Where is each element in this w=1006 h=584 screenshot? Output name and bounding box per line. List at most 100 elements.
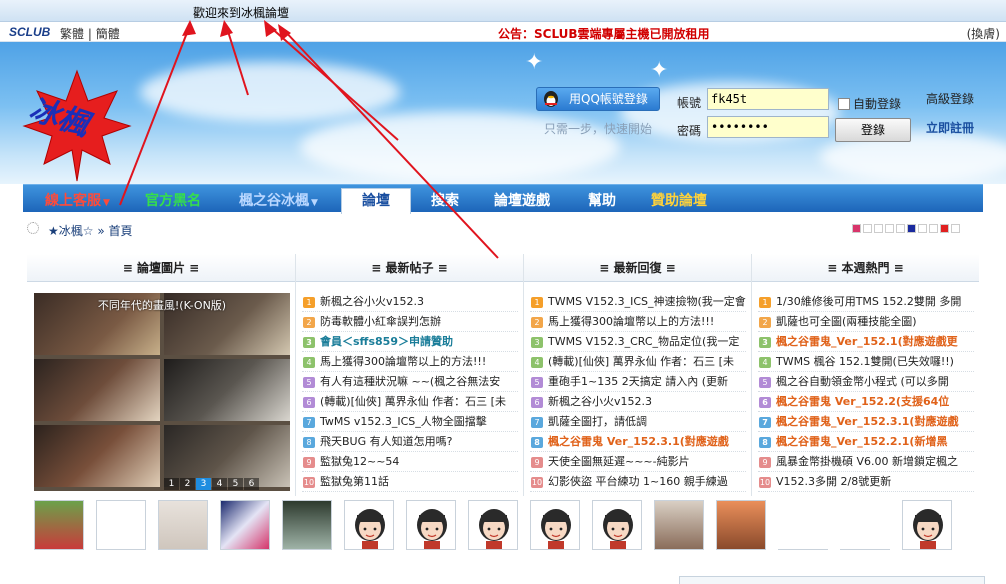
slideshow-page-button[interactable]: 4	[212, 478, 227, 490]
list-item[interactable]: 10 監獄兔第11話	[302, 472, 518, 492]
nav-item-forum[interactable]: 論壇	[341, 188, 411, 214]
image-slideshow[interactable]: 不同年代的畫風!(K-ON版) 123456	[34, 293, 290, 491]
list-item[interactable]: 2 馬上獲得300論壇幣以上的方法!!!	[530, 312, 746, 332]
nav-item-help[interactable]: 幫助	[588, 190, 616, 210]
latest-posts-list: 1 新楓之谷小火v152.3 2 防毒軟體小紅傘誤判怎辦 3 會員＜sffs859＞申請贊…	[302, 292, 518, 492]
list-item-title: 凱薩也可全圖(兩種技能全圖)	[776, 315, 917, 328]
color-swatch[interactable]	[874, 224, 883, 233]
list-item[interactable]: 6 (轉載)[仙俠] 萬界永仙 作者：石三 [未	[302, 392, 518, 412]
rank-number-badge: 9	[531, 457, 543, 468]
rank-number-badge: 4	[303, 357, 315, 368]
nav-item-games[interactable]: 論壇遊戲	[494, 190, 550, 210]
color-swatch[interactable]	[929, 224, 938, 233]
advanced-login-link[interactable]: 高級登錄	[926, 90, 974, 107]
color-swatch[interactable]	[918, 224, 927, 233]
list-item-title: 天使全圖無延遲~~~-純影片	[548, 455, 690, 468]
slideshow-caption[interactable]: 不同年代的畫風!(K-ON版)	[34, 297, 290, 313]
color-swatch[interactable]	[852, 224, 861, 233]
list-item-title: (轉載)[仙俠] 萬界永仙 作者：石三 [未	[320, 395, 506, 408]
lang-simplified-link[interactable]: 簡體	[96, 27, 120, 41]
nav-item-maple[interactable]: 楓之谷冰楓 ▼	[239, 190, 318, 210]
list-item[interactable]: 4 馬上獲得300論壇幣以上的方法!!!	[302, 352, 518, 372]
announcement-link[interactable]: 公告：SCLUB雲端專屬主機已開放租用	[498, 25, 710, 42]
list-item[interactable]: 6 新楓之谷小火v152.3	[530, 392, 746, 412]
member-avatar[interactable]	[34, 500, 84, 550]
qq-login-button[interactable]: 用QQ帳號登錄	[536, 87, 660, 111]
list-item-title: 防毒軟體小紅傘誤判怎辦	[320, 315, 441, 328]
list-item[interactable]: 5 楓之谷自動領金幣小程式 (可以多開	[758, 372, 974, 392]
slideshow-pager: 123456	[164, 475, 260, 490]
list-item[interactable]: 9 風暴金幣掛機碩 V6.00 新增鎖定楓之	[758, 452, 974, 472]
list-item[interactable]: 4 TWMS 楓谷 152.1雙開(已失效囉!!)	[758, 352, 974, 372]
auto-login-checkbox[interactable]: 自動登錄	[838, 95, 901, 112]
list-item[interactable]: 2 凱薩也可全圖(兩種技能全圖)	[758, 312, 974, 332]
latest-panel-title: ≡ 最新帖子 ≡	[296, 254, 523, 282]
list-item[interactable]: 8 楓之谷雷鬼 Ver_152.3.1(對應遊戲	[530, 432, 746, 452]
list-item[interactable]: 7 楓之谷雷鬼_Ver_152.3.1(對應遊戲	[758, 412, 974, 432]
list-item[interactable]: 3 TWMS V152.3_CRC_物品定位(我一定	[530, 332, 746, 352]
member-avatar[interactable]	[344, 500, 394, 550]
color-swatch[interactable]	[863, 224, 872, 233]
list-item[interactable]: 10 幻影俠盜 平台練功 1~160 親手練過	[530, 472, 746, 492]
slideshow-page-button[interactable]: 5	[228, 478, 243, 490]
slideshow-page-button[interactable]: 1	[164, 478, 179, 490]
slideshow-page-button[interactable]: 6	[244, 478, 259, 490]
list-item[interactable]: 1 新楓之谷小火v152.3	[302, 292, 518, 312]
nav-item-support[interactable]: 線上客服 ▼	[45, 190, 110, 210]
nav-item-blacklist[interactable]: 官方黑名	[145, 190, 201, 210]
lang-separator: |	[87, 27, 92, 41]
home-icon[interactable]	[27, 222, 39, 234]
list-item[interactable]: 5 重砲手1~135 2天搞定 請入內 (更新	[530, 372, 746, 392]
lang-traditional-link[interactable]: 繁體	[60, 27, 84, 41]
member-avatar[interactable]	[654, 500, 704, 550]
sclub-logo[interactable]: SCLUB	[9, 25, 50, 39]
member-avatar[interactable]	[96, 500, 146, 550]
list-item[interactable]: 10 V152.3多開 2/8號更新	[758, 472, 974, 492]
list-item[interactable]: 3 會員＜sffs859＞申請贊助	[302, 332, 518, 352]
member-avatar[interactable]	[902, 500, 952, 550]
nav-item-sponsor[interactable]: 贊助論壇	[651, 190, 707, 210]
list-item[interactable]: 8 楓之谷雷鬼_Ver_152.2.1(新增黑	[758, 432, 974, 452]
checkbox-icon[interactable]	[838, 98, 850, 110]
member-avatar[interactable]	[592, 500, 642, 550]
username-input[interactable]	[707, 88, 829, 110]
caret-down-icon: ▼	[103, 198, 110, 208]
slideshow-page-button[interactable]: 2	[180, 478, 195, 490]
register-link[interactable]: 立即註冊	[926, 119, 974, 136]
password-input[interactable]	[707, 116, 829, 138]
color-swatch[interactable]	[896, 224, 905, 233]
list-item[interactable]: 4 (轉載)[仙俠] 萬界永仙 作者：石三 [未	[530, 352, 746, 372]
color-swatch[interactable]	[940, 224, 949, 233]
list-item[interactable]: 7 TwMS v152.3_ICS_人物全圖擋擊	[302, 412, 518, 432]
slideshow-page-button[interactable]: 3	[196, 478, 211, 490]
member-avatar[interactable]	[530, 500, 580, 550]
star-icon: ✦	[650, 58, 669, 83]
member-avatar[interactable]	[220, 500, 270, 550]
list-item[interactable]: 8 飛天BUG 有人知道怎用嗎?	[302, 432, 518, 452]
switch-skin-link[interactable]: (換膚)	[967, 25, 1000, 42]
list-item[interactable]: 1 1/30維修後可用TMS 152.2雙開 多開	[758, 292, 974, 312]
member-avatar[interactable]	[840, 500, 890, 550]
member-avatar[interactable]	[716, 500, 766, 550]
member-avatar[interactable]	[406, 500, 456, 550]
login-button[interactable]: 登錄	[835, 118, 911, 142]
nav-item-search[interactable]: 搜索	[431, 190, 459, 210]
member-avatar[interactable]	[778, 500, 828, 550]
breadcrumb-site-link[interactable]: ★冰楓☆	[48, 224, 94, 238]
breadcrumb-home-link[interactable]: 首頁	[109, 224, 133, 238]
list-item[interactable]: 7 凱薩全圖打，請低調	[530, 412, 746, 432]
list-item[interactable]: 3 楓之谷雷鬼_Ver_152.1(對應遊戲更	[758, 332, 974, 352]
member-avatar[interactable]	[282, 500, 332, 550]
member-avatar[interactable]	[468, 500, 518, 550]
list-item[interactable]: 9 監獄兔12~~54	[302, 452, 518, 472]
color-swatch[interactable]	[907, 224, 916, 233]
color-swatch[interactable]	[885, 224, 894, 233]
list-item[interactable]: 2 防毒軟體小紅傘誤判怎辦	[302, 312, 518, 332]
member-avatar[interactable]	[158, 500, 208, 550]
list-item[interactable]: 6 楓之谷雷鬼 Ver_152.2(支援64位	[758, 392, 974, 412]
list-item[interactable]: 9 天使全圖無延遲~~~-純影片	[530, 452, 746, 472]
forum-page: 歡迎來到冰楓論壇 SCLUB 繁體 | 簡體 公告：SCLUB雲端專屬主機已開放…	[0, 0, 1006, 584]
list-item[interactable]: 1 TWMS V152.3_ICS_神速撿物(我一定會	[530, 292, 746, 312]
list-item[interactable]: 5 有人有這種狀況嘛 ~~(楓之谷無法安	[302, 372, 518, 392]
color-swatch[interactable]	[951, 224, 960, 233]
